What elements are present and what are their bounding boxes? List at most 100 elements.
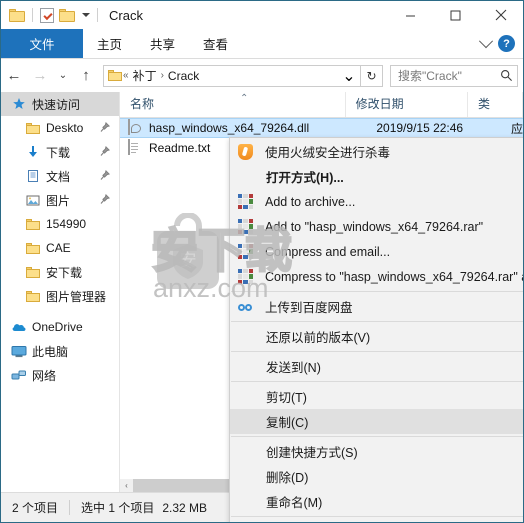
sidebar-item-downloads[interactable]: 下载 (1, 140, 119, 164)
column-header-date[interactable]: 修改日期 (346, 92, 468, 117)
menu-item-compress-and-email[interactable]: Compress and email... (230, 239, 523, 264)
navigation-pane: 快速访问 Deskto 下载 文档 图片 154990 CAE 安下载 图片管理… (1, 92, 120, 492)
sidebar-item-label: 154990 (46, 217, 87, 231)
address-input[interactable]: « 补丁 › Crack ⌄ (103, 64, 361, 87)
menu-item-label: Add to "hasp_windows_x64_79264.rar" (265, 219, 484, 234)
tab-view[interactable]: 查看 (189, 29, 242, 58)
dll-file-icon (128, 119, 143, 136)
column-header-type[interactable]: 类 (468, 92, 523, 117)
pin-icon[interactable] (99, 169, 111, 181)
sidebar-item-anxiazai[interactable]: 安下载 (1, 260, 119, 284)
forward-button: → (32, 67, 48, 84)
menu-item-add-to-named-archive[interactable]: Add to "hasp_windows_x64_79264.rar" (230, 214, 523, 239)
expand-ribbon-icon[interactable] (478, 33, 494, 48)
tab-share[interactable]: 共享 (136, 29, 189, 58)
menu-item-label: Compress and email... (265, 244, 391, 259)
pin-icon[interactable] (99, 193, 111, 205)
winrar-icon (237, 243, 254, 260)
sidebar-item-label: 快速访问 (32, 97, 81, 112)
folder-icon (25, 288, 41, 304)
sidebar-item-label: OneDrive (32, 320, 83, 334)
search-icon[interactable] (500, 69, 513, 82)
sidebar-item-desktop[interactable]: Deskto (1, 116, 119, 140)
back-button[interactable]: ← (1, 63, 27, 89)
maximize-button[interactable] (433, 1, 478, 29)
column-header-name[interactable]: 名称 (120, 92, 346, 117)
tab-file[interactable]: 文件 (1, 29, 83, 58)
menu-item-upload-to-baidu-netdisk[interactable]: 上传到百度网盘 (230, 294, 523, 319)
properties-icon[interactable] (40, 7, 54, 23)
menu-item-send-to[interactable]: 发送到(N) (230, 354, 523, 379)
table-row[interactable]: hasp_windows_x64_79264.dll 2019/9/15 22:… (120, 118, 523, 138)
download-icon (25, 144, 41, 160)
menu-item-rename[interactable]: 重命名(M) (230, 489, 523, 514)
menu-item-label: 删除(D) (266, 471, 309, 485)
tab-home[interactable]: 主页 (83, 29, 136, 58)
sidebar-item-onedrive[interactable]: OneDrive (1, 315, 119, 339)
quick-access-toolbar (1, 7, 100, 23)
breadcrumb-item-0[interactable]: 补丁 (130, 67, 160, 84)
new-folder-icon[interactable] (59, 8, 75, 22)
menu-item-label: 还原以前的版本(V) (266, 331, 371, 345)
toolbar-separator (97, 8, 98, 22)
address-bar: ← → ⌄ ↑ « 补丁 › Crack ⌄ ↻ 搜索"Crack" (1, 59, 523, 92)
menu-separator (231, 516, 523, 517)
sidebar-item-quick-access[interactable]: 快速访问 (1, 92, 119, 116)
file-explorer-window: Crack 文件 主页 共享 查看 ? ← → ⌄ ↑ « 补丁 › Crack… (0, 0, 524, 523)
pictures-icon (25, 192, 41, 208)
sidebar-item-documents[interactable]: 文档 (1, 164, 119, 188)
nav-group-gap (1, 308, 119, 315)
caption-buttons (388, 1, 523, 29)
chevron-down-icon[interactable] (82, 13, 90, 17)
menu-item-compress-to-and-email[interactable]: Compress to "hasp_windows_x64_79264.rar"… (230, 264, 524, 289)
breadcrumb-overflow[interactable]: « (122, 70, 130, 81)
winrar-icon (237, 268, 254, 285)
recent-locations-button[interactable]: ⌄ (53, 63, 73, 89)
menu-item-create-shortcut[interactable]: 创建快捷方式(S) (230, 439, 523, 464)
scroll-left-button[interactable]: ‹ (120, 479, 133, 492)
sidebar-item-this-pc[interactable]: 此电脑 (1, 339, 119, 363)
ribbon-right-controls: ? (478, 29, 519, 58)
pin-icon[interactable] (99, 121, 111, 133)
title-bar: Crack (1, 1, 523, 29)
sidebar-item-label: 下载 (46, 145, 71, 160)
menu-item-delete[interactable]: 删除(D) (230, 464, 523, 489)
breadcrumb-item-1[interactable]: Crack (165, 69, 202, 83)
sidebar-item-label: Deskto (46, 121, 84, 135)
menu-item-cut[interactable]: 剪切(T) (230, 384, 523, 409)
search-placeholder: 搜索"Crack" (398, 69, 462, 83)
context-menu: 使用火绒安全进行杀毒 打开方式(H)... Add to archive... (229, 137, 524, 522)
sidebar-item-154990[interactable]: 154990 (1, 212, 119, 236)
menu-item-label: Compress to "hasp_windows_x64_79264.rar"… (265, 269, 524, 284)
sidebar-item-cae[interactable]: CAE (1, 236, 119, 260)
chevron-down-icon[interactable]: ⌄ (340, 66, 358, 86)
up-button[interactable]: ↑ (73, 63, 99, 89)
folder-icon (25, 120, 41, 136)
ribbon-tab-bar: 文件 主页 共享 查看 ? (1, 29, 523, 59)
sidebar-item-pictures[interactable]: 图片 (1, 188, 119, 212)
menu-item-add-to-archive[interactable]: Add to archive... (230, 189, 523, 214)
menu-item-label: 使用火绒安全进行杀毒 (265, 146, 391, 160)
sidebar-item-picture-manager[interactable]: 图片管理器 (1, 284, 119, 308)
pin-icon[interactable] (99, 145, 111, 157)
menu-item-label: Add to archive... (265, 194, 356, 209)
folder-icon[interactable] (9, 8, 25, 22)
menu-item-copy[interactable]: 复制(C) (230, 409, 523, 434)
menu-item-properties[interactable]: 属性(R) (230, 519, 523, 522)
close-button[interactable] (478, 1, 523, 29)
window-title: Crack (109, 7, 143, 23)
menu-separator (231, 321, 523, 322)
search-input[interactable]: 搜索"Crack" (390, 64, 518, 87)
help-icon[interactable]: ? (498, 35, 515, 52)
sidebar-item-network[interactable]: 网络 (1, 363, 119, 387)
minimize-button[interactable] (388, 1, 433, 29)
column-header-row: 名称 修改日期 类 ⌃ (120, 92, 523, 118)
menu-item-scan-with-huorong[interactable]: 使用火绒安全进行杀毒 (230, 139, 523, 164)
menu-item-open-with[interactable]: 打开方式(H)... (230, 164, 523, 189)
refresh-button[interactable]: ↻ (361, 64, 383, 87)
status-selection: 选中 1 个项目 (81, 501, 155, 515)
menu-item-label: 复制(C) (266, 416, 309, 430)
menu-item-restore-previous-versions[interactable]: 还原以前的版本(V) (230, 324, 523, 349)
star-icon (11, 96, 27, 112)
baidu-netdisk-icon (237, 298, 254, 315)
